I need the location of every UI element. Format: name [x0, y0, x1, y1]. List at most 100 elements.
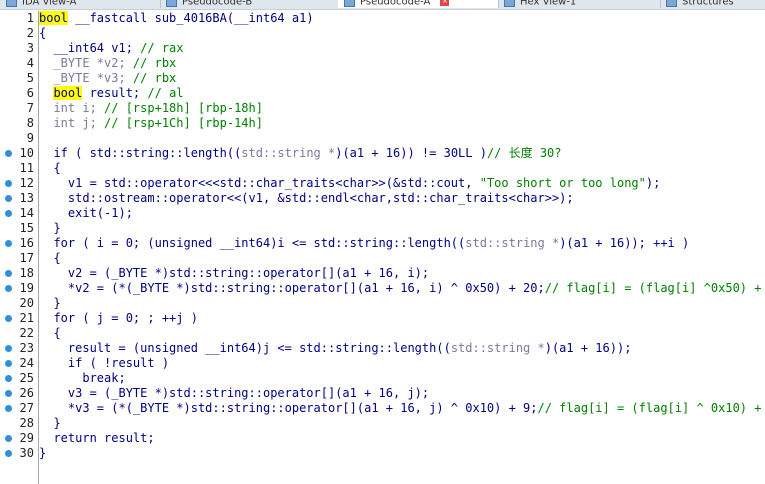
code-token: *v2 = (*(_BYTE *)std::string::operator[]… [39, 281, 545, 295]
line-number: 3 [26, 41, 34, 55]
breakpoint-dot-icon[interactable] [5, 270, 12, 277]
code-text[interactable]: bool result; // al [39, 86, 184, 101]
code-token: } [39, 296, 61, 310]
breakpoint-dot-icon[interactable] [5, 195, 12, 202]
code-text[interactable]: int j; // [rsp+1Ch] [rbp-14h] [39, 116, 263, 131]
breakpoint-dot-icon[interactable] [5, 450, 12, 457]
code-text[interactable]: break; [39, 371, 125, 386]
breakpoint-dot-icon[interactable] [5, 405, 12, 412]
code-line[interactable]: 25 break; [0, 371, 765, 386]
code-line[interactable]: 12 v1 = std::operator<<<std::char_traits… [0, 176, 765, 191]
tab-label: Pseudocode-B [182, 0, 253, 8]
code-line[interactable]: 27 *v3 = (*(_BYTE *)std::string::operato… [0, 401, 765, 416]
code-line[interactable]: 7 int i; // [rsp+18h] [rbp-18h] [0, 101, 765, 116]
tab-label: IDA View-A [22, 0, 77, 8]
code-text[interactable]: { [39, 26, 46, 41]
breakpoint-dot-icon[interactable] [5, 435, 12, 442]
code-text[interactable]: for ( i = 0; (unsigned __int64)i <= std:… [39, 236, 689, 251]
breakpoint-dot-icon[interactable] [5, 180, 12, 187]
code-token: _BYTE *v3; [39, 71, 133, 85]
code-line[interactable]: 6 bool result; // al [0, 86, 765, 101]
code-text[interactable]: _BYTE *v3; // rbx [39, 71, 176, 86]
code-text[interactable]: *v3 = (*(_BYTE *)std::string::operator[]… [39, 401, 765, 416]
code-text[interactable]: { [39, 326, 60, 341]
breakpoint-dot-icon[interactable] [5, 210, 12, 217]
code-token: std::string * [450, 341, 545, 355]
code-text[interactable]: int i; // [rsp+18h] [rbp-18h] [39, 101, 263, 116]
code-text[interactable]: for ( j = 0; ; ++j ) [39, 311, 198, 326]
tab-pseudocode-a[interactable]: Pseudocode-A × [338, 0, 499, 8]
code-text[interactable]: v3 = (_BYTE *)std::string::operator[](a1… [39, 386, 429, 401]
code-text[interactable]: v1 = std::operator<<<std::char_traits<ch… [39, 176, 660, 191]
code-text[interactable]: if ( std::string::length((std::string *)… [39, 146, 561, 161]
breakpoint-dot-icon[interactable] [5, 360, 12, 367]
code-text[interactable]: } [39, 416, 60, 431]
code-line[interactable]: 22 { [0, 326, 765, 341]
code-line[interactable]: 19 *v2 = (*(_BYTE *)std::string::operato… [0, 281, 765, 296]
code-line[interactable]: 4 _BYTE *v2; // rbx [0, 56, 765, 71]
code-line[interactable]: 14 exit(-1); [0, 206, 765, 221]
code-text[interactable]: std::ostream::operator<<(v1, &std::endl<… [39, 191, 574, 206]
code-line[interactable]: 2{ [0, 26, 765, 41]
code-text[interactable]: } [39, 446, 46, 461]
code-line[interactable]: 13 std::ostream::operator<<(v1, &std::en… [0, 191, 765, 206]
code-token: std::string * [241, 146, 336, 160]
code-line[interactable]: 26 v3 = (_BYTE *)std::string::operator[]… [0, 386, 765, 401]
code-text[interactable]: { [39, 251, 60, 266]
breakpoint-dot-icon[interactable] [5, 390, 12, 397]
code-text[interactable]: } [39, 221, 61, 236]
code-line[interactable]: 20 } [0, 296, 765, 311]
code-line[interactable]: 9 [0, 131, 765, 146]
code-line[interactable]: 8 int j; // [rsp+1Ch] [rbp-14h] [0, 116, 765, 131]
code-token: )(a1 + 16)); ++i ) [559, 236, 690, 250]
code-token: result; [82, 86, 148, 100]
tab-ida-view-a[interactable]: IDA View-A [0, 0, 161, 8]
tab-pseudocode-b[interactable]: Pseudocode-B [160, 0, 339, 8]
code-token: int i; [39, 101, 105, 115]
code-line[interactable]: 23 result = (unsigned __int64)j <= std::… [0, 341, 765, 356]
code-text[interactable]: *v2 = (*(_BYTE *)std::string::operator[]… [39, 281, 765, 296]
code-line[interactable]: 21 for ( j = 0; ; ++j ) [0, 311, 765, 326]
breakpoint-dot-icon[interactable] [5, 315, 12, 322]
breakpoint-dot-icon[interactable] [5, 150, 12, 157]
tab-hex-view-1[interactable]: Hex View-1 [498, 0, 661, 8]
code-line[interactable]: 5 _BYTE *v3; // rbx [0, 71, 765, 86]
code-line[interactable]: 29 return result; [0, 431, 765, 446]
code-text[interactable]: result = (unsigned __int64)j <= std::str… [39, 341, 632, 356]
code-line[interactable]: 1 bool __fastcall sub_4016BA(__int64 a1) [0, 11, 765, 26]
code-line[interactable]: 24 if ( !result ) [0, 356, 765, 371]
pseudocode-view[interactable]: 1 bool __fastcall sub_4016BA(__int64 a1) 2… [0, 11, 765, 484]
code-text[interactable]: bool __fastcall sub_4016BA(__int64 a1) [39, 11, 314, 26]
tab-structures[interactable]: Structures [660, 0, 765, 8]
code-line[interactable]: 17 { [0, 251, 765, 266]
code-text[interactable]: { [39, 161, 60, 176]
code-line[interactable]: 18 v2 = (_BYTE *)std::string::operator[]… [0, 266, 765, 281]
code-text[interactable]: v2 = (_BYTE *)std::string::operator[](a1… [39, 266, 429, 281]
breakpoint-dot-icon[interactable] [5, 375, 12, 382]
code-line[interactable]: 10 if ( std::string::length((std::string… [0, 146, 765, 161]
code-line[interactable]: 11 { [0, 161, 765, 176]
breakpoint-dot-icon[interactable] [5, 240, 12, 247]
code-line[interactable]: 28 } [0, 416, 765, 431]
code-line[interactable]: 30} [0, 446, 765, 461]
code-text[interactable]: __int64 v1; // rax [39, 41, 183, 56]
code-text[interactable]: return result; [39, 431, 154, 446]
code-line[interactable]: 3 __int64 v1; // rax [0, 41, 765, 56]
code-token: result = (unsigned __int64)j <= std::str… [39, 341, 451, 355]
close-icon[interactable]: × [440, 0, 450, 6]
breakpoint-dot-icon[interactable] [5, 345, 12, 352]
code-comment: // flag[i] = (flag[i] ^0x50) + 20 [544, 281, 765, 295]
code-token: } [39, 221, 61, 235]
tab-view-icon [666, 0, 677, 7]
breakpoint-dot-icon[interactable] [5, 285, 12, 292]
code-token: __fastcall sub_4016BA(__int64 a1) [67, 11, 314, 25]
line-number: 2 [26, 26, 34, 40]
code-text[interactable]: if ( !result ) [39, 356, 169, 371]
code-line[interactable]: 15 } [0, 221, 765, 236]
code-line[interactable]: 16 for ( i = 0; (unsigned __int64)i <= s… [0, 236, 765, 251]
line-number: 14 [19, 206, 34, 220]
code-token: v3 = (_BYTE *)std::string::operator[](a1… [39, 386, 430, 400]
code-text[interactable]: exit(-1); [39, 206, 133, 221]
code-text[interactable]: } [39, 296, 61, 311]
code-text[interactable]: _BYTE *v2; // rbx [39, 56, 176, 71]
